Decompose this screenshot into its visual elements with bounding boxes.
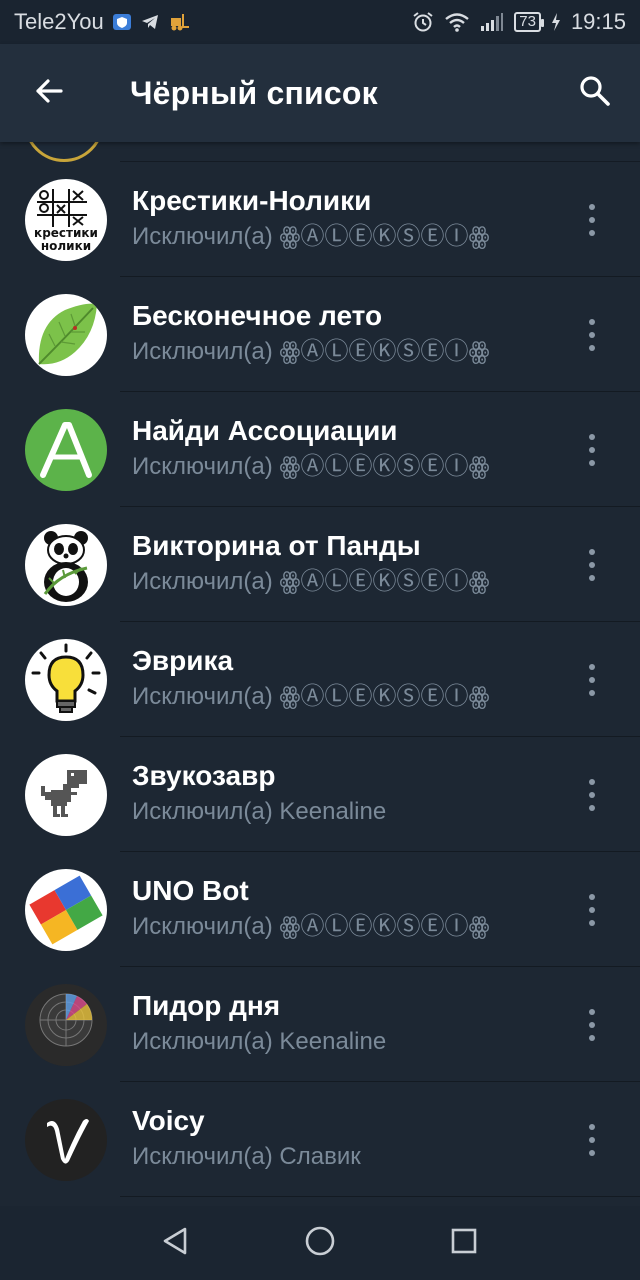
list-item[interactable]: Эврика Исключил(а) ꙮⒶⓁⒺⓀⓈⒺⒾꙮ <box>0 622 640 737</box>
more-options-icon[interactable] <box>582 660 602 700</box>
item-name: Бесконечное лето <box>132 300 383 331</box>
list-item[interactable]: UNO Bot Исключил(а) ꙮⒶⓁⒺⓀⓈⒺⒾꙮ <box>0 852 640 967</box>
list-item[interactable]: Найди Ассоциации Исключил(а) ꙮⒶⓁⒺⓀⓈⒺⒾꙮ <box>0 392 640 507</box>
more-options-icon[interactable] <box>582 200 602 240</box>
tic-tac-toe-avatar: крестики нолики <box>25 179 107 261</box>
shield-icon <box>112 12 132 32</box>
item-name: Пидор дня <box>132 990 281 1021</box>
list-item[interactable]: Бесконечное лето Исключил(а) ꙮⒶⓁⒺⓀⓈⒺⒾꙮ <box>0 277 640 392</box>
more-options-icon[interactable] <box>582 890 602 930</box>
letter-v-avatar <box>25 1099 107 1181</box>
blocked-list[interactable]: крестики нолики Крестики-Нолики Исключил… <box>0 142 640 1206</box>
item-subtitle: Исключил(а) Keenaline <box>132 1028 387 1055</box>
more-options-icon[interactable] <box>582 430 602 470</box>
panda-avatar <box>25 524 107 606</box>
nav-recents-button[interactable] <box>442 1221 486 1265</box>
item-name: UNO Bot <box>132 875 249 906</box>
item-subtitle: Исключил(а) ꙮⒶⓁⒺⓀⓈⒺⒾꙮ <box>132 913 490 940</box>
list-item[interactable]: Пидор дня Исключил(а) Keenaline <box>0 967 640 1082</box>
alarm-icon <box>412 11 434 33</box>
search-icon <box>578 74 612 113</box>
wifi-icon <box>444 11 470 33</box>
item-subtitle: Исключил(а) ꙮⒶⓁⒺⓀⓈⒺⒾꙮ <box>132 453 490 480</box>
clock-time: 19:15 <box>570 9 626 34</box>
item-name: Voicy <box>132 1105 205 1136</box>
avatar <box>24 142 104 162</box>
more-options-icon[interactable] <box>582 545 602 585</box>
list-item[interactable]: Звукозавр Исключил(а) Keenaline <box>0 737 640 852</box>
letter-a-avatar <box>25 409 107 491</box>
list-item-partial[interactable] <box>24 142 640 162</box>
page-title: Чёрный список <box>130 74 378 111</box>
item-subtitle: Исключил(а) Славик <box>132 1143 361 1170</box>
item-subtitle: Исключил(а) ꙮⒶⓁⒺⓀⓈⒺⒾꙮ <box>132 223 490 250</box>
more-options-icon[interactable] <box>582 775 602 815</box>
item-name: Викторина от Панды <box>132 530 421 561</box>
item-subtitle: Исключил(а) Keenaline <box>132 798 387 825</box>
more-options-icon[interactable] <box>582 1005 602 1045</box>
forklift-icon <box>168 12 190 32</box>
carrier-name: Tele2You <box>14 9 104 34</box>
home-circle-icon <box>303 1224 337 1263</box>
charging-icon <box>551 12 561 32</box>
item-subtitle: Исключил(а) ꙮⒶⓁⒺⓀⓈⒺⒾꙮ <box>132 338 490 365</box>
item-subtitle: Исключил(а) ꙮⒶⓁⒺⓀⓈⒺⒾꙮ <box>132 568 490 595</box>
battery-indicator: 73 <box>514 12 544 32</box>
recents-square-icon <box>449 1226 479 1261</box>
dino-avatar <box>25 754 107 836</box>
svg-text:нолики: нолики <box>41 239 91 253</box>
svg-text:крестики: крестики <box>34 226 98 240</box>
item-name: Звукозавр <box>132 760 276 791</box>
search-button[interactable] <box>550 44 640 142</box>
leaf-avatar <box>25 294 107 376</box>
arrow-back-icon <box>33 75 65 112</box>
more-options-icon[interactable] <box>582 1120 602 1160</box>
more-options-icon[interactable] <box>582 315 602 355</box>
divider <box>120 1196 640 1197</box>
list-item[interactable]: Викторина от Панды Исключил(а) ꙮⒶⓁⒺⓀⓈⒺⒾꙮ <box>0 507 640 622</box>
nav-back-button[interactable] <box>154 1221 198 1265</box>
app-bar: Чёрный список <box>0 44 640 142</box>
telegram-icon <box>140 12 160 32</box>
radar-avatar <box>25 984 107 1066</box>
back-button[interactable] <box>0 44 98 142</box>
signal-icon <box>480 12 504 32</box>
light-bulb-avatar <box>25 639 107 721</box>
item-subtitle: Исключил(а) ꙮⒶⓁⒺⓀⓈⒺⒾꙮ <box>132 683 490 710</box>
item-name: Крестики-Нолики <box>132 185 372 216</box>
uno-avatar <box>25 869 107 951</box>
list-item[interactable]: крестики нолики Крестики-Нолики Исключил… <box>0 162 640 277</box>
back-triangle-icon <box>161 1225 191 1262</box>
list-item[interactable]: Voicy Исключил(а) Славик <box>0 1082 640 1197</box>
nav-home-button[interactable] <box>298 1221 342 1265</box>
item-name: Эврика <box>132 645 234 676</box>
status-bar: Tele2You 73 19:15 <box>0 0 640 44</box>
system-nav-bar <box>0 1206 640 1280</box>
item-name: Найди Ассоциации <box>132 415 398 446</box>
